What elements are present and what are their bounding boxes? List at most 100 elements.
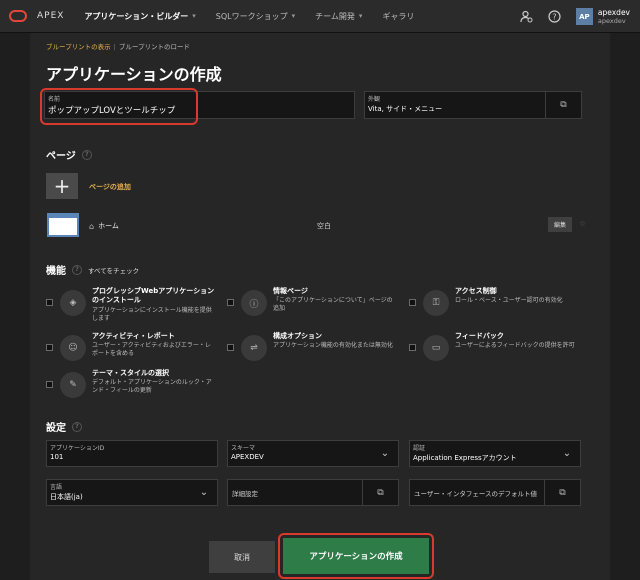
feature-desc: デフォルト・アプリケーションのルック・アンド・フィールの更新	[92, 379, 212, 394]
breadcrumb: ブループリントの表示 | ブループリントのロード	[46, 41, 190, 51]
open-dialog-icon[interactable]: ⧉	[362, 480, 398, 505]
app-id-label: アプリケーションID	[50, 445, 105, 452]
feature-title: テーマ・スタイルの選択	[92, 369, 169, 377]
avatar[interactable]: AP	[575, 8, 593, 25]
feature-desc: 「このアプリケーションについて」ページの追加	[273, 297, 393, 312]
schema-value: APEXDEV	[231, 453, 264, 461]
feature-config-options[interactable]: ⇌ 構成オプション アプリケーション機能の有効化または無効化	[227, 332, 397, 366]
app-id-field[interactable]: アプリケーションID 101	[46, 440, 218, 467]
chevron-down-icon: ▾	[192, 12, 196, 20]
edit-page-button[interactable]: 編集	[548, 217, 572, 232]
key-icon: ⚿	[423, 290, 449, 316]
feature-checkbox[interactable]	[227, 344, 234, 351]
menu-app-builder[interactable]: アプリケーション・ビルダー ▾	[84, 11, 195, 22]
user-menu[interactable]: apexdev apexdev	[598, 8, 630, 26]
page-row-type: 空白	[317, 222, 331, 230]
user-settings-icon[interactable]	[516, 6, 538, 28]
add-page-button[interactable]: +	[46, 173, 78, 199]
feature-pwa[interactable]: ◈ プログレッシブWebアプリケーションのインストール アプリケーションにインス…	[46, 287, 216, 322]
feature-about-page[interactable]: ⓘ 情報ページ 「このアプリケーションについて」ページの追加	[227, 287, 397, 321]
feature-activity-report[interactable]: ☺ アクティビティ・レポート ユーザー・アクティビティおよびエラー・レポートを含…	[46, 332, 216, 366]
cancel-button[interactable]: 取消	[209, 541, 275, 573]
language-value: 日本語(ja)	[50, 493, 83, 501]
feature-title: プログレッシブWebアプリケーションのインストール	[92, 287, 215, 304]
schema-label: スキーマ	[231, 445, 256, 452]
feature-desc: アプリケーション機能の有効化または無効化	[273, 342, 393, 349]
menu-gallery[interactable]: ギャラリ	[382, 11, 414, 22]
menu-team-development[interactable]: チーム開発 ▾	[315, 11, 362, 22]
user-name: apexdev	[597, 7, 630, 17]
authentication-select[interactable]: 認証 Application Expressアカウント ⌄	[409, 440, 581, 467]
feature-title: 構成オプション	[273, 332, 322, 340]
user-workspace: apexdev	[597, 16, 626, 25]
info-icon: ⓘ	[241, 290, 267, 316]
add-page-label[interactable]: ページの追加	[89, 182, 131, 192]
settings-section-title: 設定?	[46, 419, 82, 434]
authentication-label: 認証	[413, 445, 426, 452]
ui-defaults-field[interactable]: ユーザー・インタフェースのデフォルト値 ⧉	[409, 479, 581, 506]
feature-checkbox[interactable]	[46, 344, 53, 351]
chevron-down-icon: ⌄	[562, 448, 572, 459]
advanced-settings-field[interactable]: 詳細設定 ⧉	[227, 479, 399, 506]
breadcrumb-view-blueprint[interactable]: ブループリントの表示	[46, 43, 111, 51]
feature-checkbox[interactable]	[409, 299, 416, 306]
sliders-icon: ⇌	[241, 335, 267, 361]
authentication-value: Application Expressアカウント	[413, 454, 517, 462]
home-icon: ⌂	[89, 221, 95, 231]
user-report-icon: ☺	[60, 335, 86, 361]
feature-checkbox[interactable]	[227, 299, 234, 306]
feature-desc: ユーザー・アクティビティおよびエラー・レポートを含める	[92, 342, 211, 357]
apex-brand[interactable]: APEX	[37, 11, 64, 21]
help-icon[interactable]: ?	[72, 421, 82, 432]
help-icon[interactable]: ?	[81, 149, 92, 160]
feature-theme-style[interactable]: ✎ テーマ・スタイルの選択 デフォルト・アプリケーションのルック・アンド・フィー…	[46, 369, 216, 403]
feature-title: フィードバック	[455, 332, 504, 340]
advanced-settings-label: 詳細設定	[232, 489, 258, 498]
feature-feedback[interactable]: ▭ フィードバック ユーザーによるフィードバックの提供を許可	[409, 332, 579, 366]
feature-checkbox[interactable]	[46, 381, 53, 388]
app-id-value[interactable]: 101	[50, 453, 63, 461]
oracle-logo-icon[interactable]	[9, 10, 27, 22]
pages-section-title: ページ?	[46, 147, 92, 162]
open-dialog-icon[interactable]: ⧉	[545, 92, 581, 118]
topbar-right: ? AP apexdev apexdev	[516, 0, 640, 33]
chevron-down-icon: ⌄	[380, 448, 390, 459]
page-thumbnail	[47, 213, 79, 237]
plus-icon: +	[53, 174, 71, 198]
feature-title: アクセス制御	[455, 287, 497, 295]
feature-access-control[interactable]: ⚿ アクセス制御 ロール・ベース・ユーザー認可の有効化	[409, 287, 579, 321]
feature-checkbox[interactable]	[46, 299, 53, 306]
page-row-name: ⌂ ホーム	[89, 221, 119, 231]
brush-icon: ✎	[60, 372, 86, 398]
language-select[interactable]: 言語 日本語(ja) ⌄	[46, 479, 218, 506]
page-title: アプリケーションの作成	[46, 65, 222, 84]
check-all-link[interactable]: すべてをチェック	[88, 265, 139, 275]
breadcrumb-load-blueprint[interactable]: ブループリントのロード	[119, 43, 190, 51]
appearance-field-value: Vita, サイド・メニュー	[368, 105, 443, 113]
schema-select[interactable]: スキーマ APEXDEV ⌄	[227, 440, 399, 467]
delete-icon[interactable]: ☆	[579, 219, 586, 228]
comment-icon: ▭	[423, 335, 449, 361]
chevron-down-icon: ⌄	[199, 487, 209, 498]
feature-desc: ロール・ベース・ユーザー認可の有効化	[455, 297, 563, 304]
svg-text:?: ?	[553, 13, 557, 22]
language-label: 言語	[50, 484, 63, 491]
menu-sql-workshop[interactable]: SQLワークショップ ▾	[216, 11, 295, 22]
feature-desc: ユーザーによるフィードバックの提供を許可	[455, 342, 575, 349]
appearance-field[interactable]: 外観 Vita, サイド・メニュー ⧉	[364, 91, 582, 119]
top-navigation-bar: APEX アプリケーション・ビルダー ▾ SQLワークショップ ▾ チーム開発 ▾ ギ…	[0, 0, 640, 33]
highlight-ring-create	[278, 533, 434, 579]
create-application-panel: ブループリントの表示 | ブループリントのロード アプリケーションの作成 名前 ポッ…	[30, 33, 610, 580]
feature-title: アクティビティ・レポート	[92, 332, 175, 340]
feature-checkbox[interactable]	[409, 344, 416, 351]
chevron-down-icon: ▾	[291, 12, 296, 20]
help-icon[interactable]: ?	[72, 264, 82, 275]
ui-defaults-label: ユーザー・インタフェースのデフォルト値	[414, 489, 538, 498]
help-icon[interactable]: ?	[544, 6, 566, 28]
feature-title: 情報ページ	[273, 287, 308, 295]
open-dialog-icon[interactable]: ⧉	[544, 480, 580, 505]
chevron-down-icon: ▾	[358, 12, 363, 20]
highlight-ring-name	[40, 88, 198, 125]
features-section-title: 機能? すべてをチェック	[46, 264, 140, 277]
package-icon: ◈	[60, 290, 86, 316]
